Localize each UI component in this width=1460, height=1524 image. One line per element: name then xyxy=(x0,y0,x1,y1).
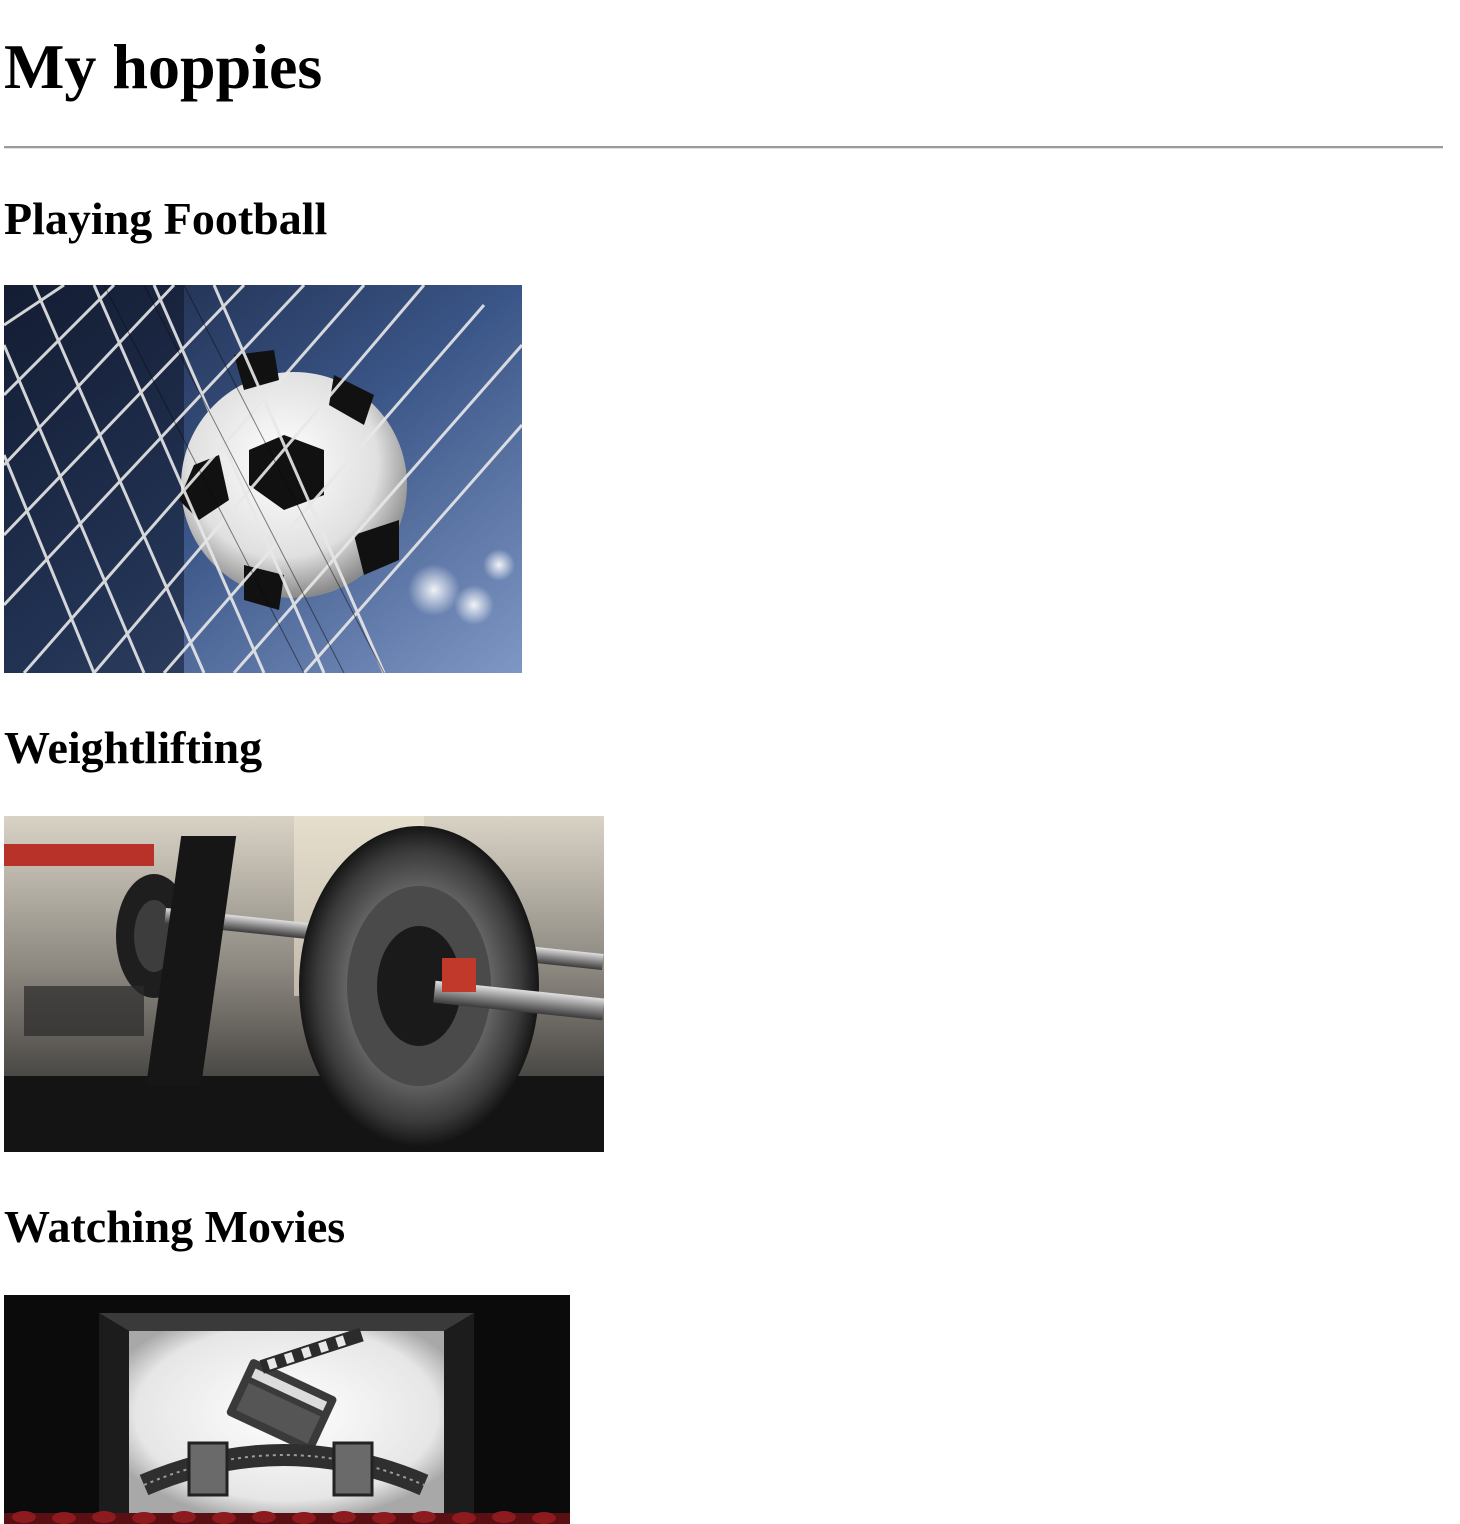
football-image xyxy=(4,285,522,673)
horizontal-rule xyxy=(4,146,1443,149)
page-title: My hoppies xyxy=(4,31,323,102)
movies-image xyxy=(4,1295,570,1524)
weightlifting-image xyxy=(4,816,604,1152)
hobby-heading-football: Playing Football xyxy=(4,193,328,244)
hobby-heading-weightlifting: Weightlifting xyxy=(4,722,263,773)
hobby-heading-movies: Watching Movies xyxy=(4,1201,346,1252)
